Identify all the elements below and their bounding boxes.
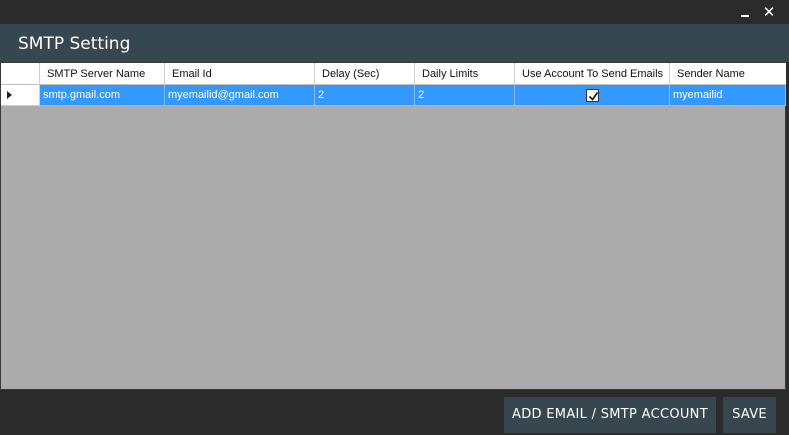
cell-use-account[interactable] <box>515 85 670 106</box>
close-icon: ✕ <box>762 3 776 21</box>
current-row-arrow-icon <box>7 91 12 99</box>
minimize-button[interactable] <box>734 2 756 22</box>
column-header-email[interactable]: Email Id <box>165 63 315 85</box>
cell-smtp-server[interactable]: smtp.gmail.com <box>40 85 165 106</box>
row-selector[interactable] <box>1 85 40 106</box>
header-bar: SMTP Setting <box>0 24 789 62</box>
page-title: SMTP Setting <box>18 34 131 54</box>
row-header-corner <box>1 63 40 85</box>
column-header-daily-limits[interactable]: Daily Limits <box>415 63 515 85</box>
column-header-sender-name[interactable]: Sender Name <box>670 63 786 85</box>
cell-sender-name[interactable]: myemailid <box>670 85 786 106</box>
title-bar: ✕ <box>0 0 789 24</box>
footer-bar: ADD EMAIL / SMTP ACCOUNT SAVE <box>0 390 789 435</box>
table-row[interactable]: smtp.gmail.com myemailid@gmail.com 2 2 m… <box>1 85 786 106</box>
cell-delay[interactable]: 2 <box>315 85 415 106</box>
column-header-delay[interactable]: Delay (Sec) <box>315 63 415 85</box>
cell-daily-limits[interactable]: 2 <box>415 85 515 106</box>
column-header-use-account[interactable]: Use Account To Send Emails <box>515 63 670 85</box>
cell-email[interactable]: myemailid@gmail.com <box>165 85 315 106</box>
save-button[interactable]: SAVE <box>723 397 776 433</box>
grid-header: SMTP Server Name Email Id Delay (Sec) Da… <box>1 63 786 85</box>
use-account-checkbox[interactable] <box>585 88 599 102</box>
column-header-smtp-server[interactable]: SMTP Server Name <box>40 63 165 85</box>
smtp-accounts-grid[interactable]: SMTP Server Name Email Id Delay (Sec) Da… <box>0 62 786 390</box>
checkmark-icon <box>588 91 598 101</box>
close-button[interactable]: ✕ <box>758 2 780 22</box>
minimize-icon <box>741 15 749 17</box>
add-email-smtp-account-button[interactable]: ADD EMAIL / SMTP ACCOUNT <box>504 397 716 433</box>
